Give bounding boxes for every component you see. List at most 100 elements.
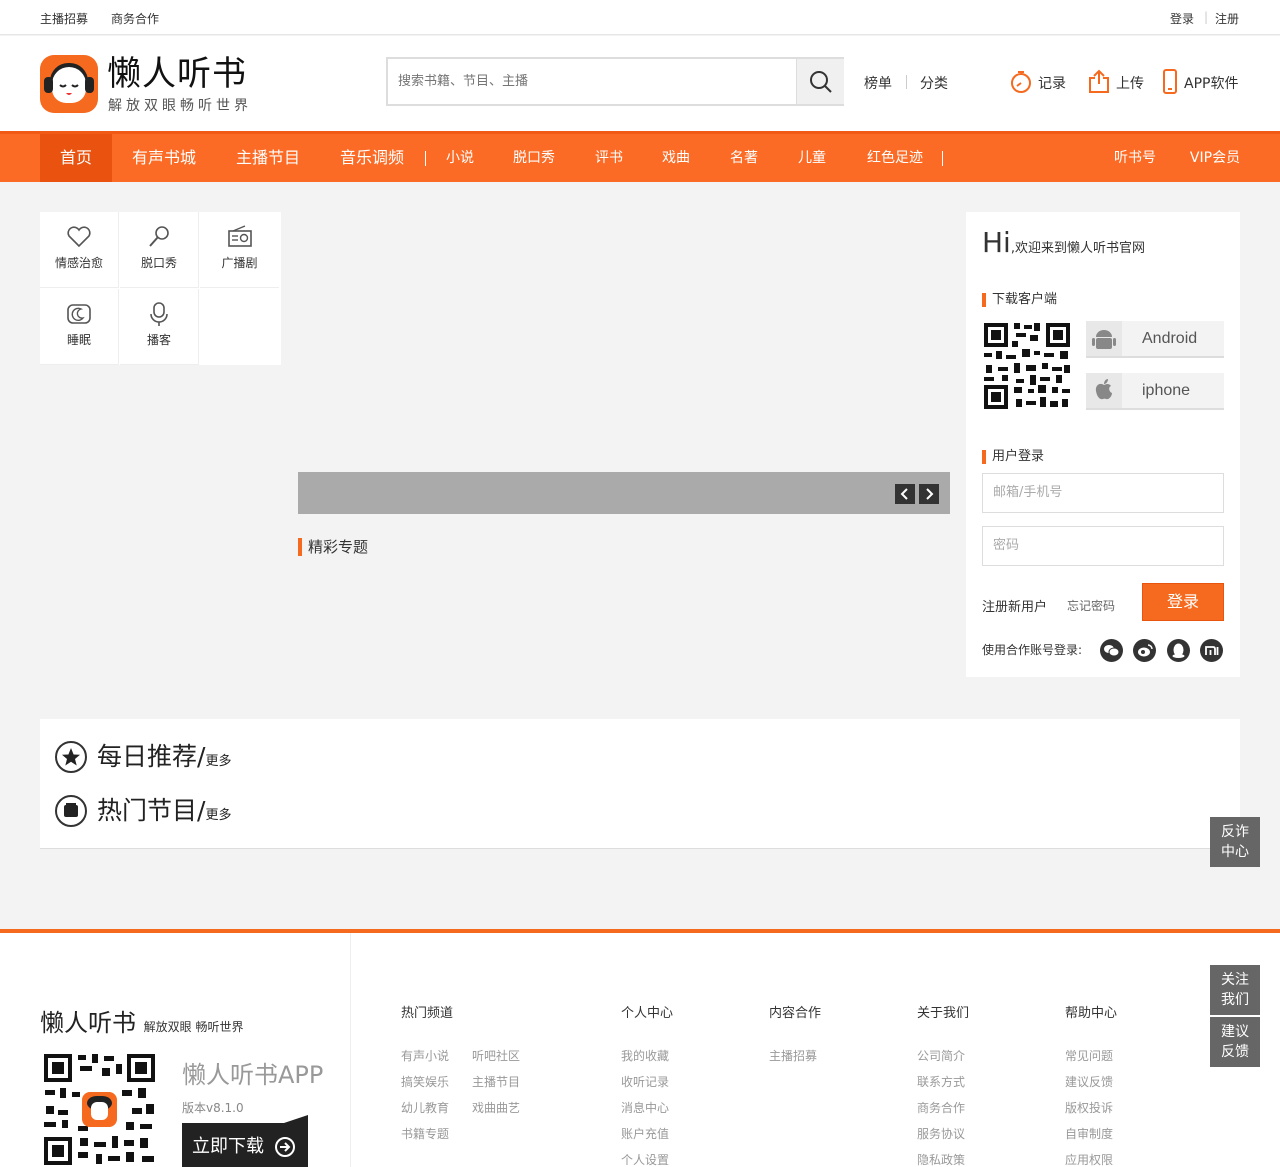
footer-link[interactable]: 幼儿教育 — [401, 1099, 449, 1116]
qq-login-button[interactable] — [1167, 639, 1190, 662]
carousel-prev-button[interactable] — [895, 484, 915, 504]
footer-link[interactable]: 我的收藏 — [621, 1047, 669, 1064]
footer-link[interactable]: 常见问题 — [1065, 1047, 1113, 1064]
password-field[interactable]: 密码 — [982, 526, 1224, 566]
android-download-button[interactable]: Android — [1086, 321, 1224, 358]
footer-slogan: 解放双眼 畅听世界 — [143, 1020, 244, 1034]
topbar-link-business[interactable]: 商务合作 — [111, 10, 159, 27]
xiaomi-login-button[interactable] — [1200, 639, 1223, 662]
footer-link[interactable]: 有声小说 — [401, 1047, 449, 1064]
footer-link[interactable]: 商务合作 — [917, 1099, 965, 1116]
wechat-login-button[interactable] — [1100, 639, 1123, 662]
nav-item-red-footprints[interactable]: 红色足迹 — [860, 134, 930, 182]
qr-code-icon — [982, 321, 1072, 411]
daily-more-link[interactable]: 更多 — [205, 754, 231, 769]
chevron-left-icon — [900, 488, 908, 500]
weibo-login-button[interactable] — [1133, 639, 1156, 662]
footer-link[interactable]: 应用权限 — [1065, 1151, 1113, 1167]
moon-icon — [67, 304, 91, 324]
topbar-login-link[interactable]: 登录 — [1170, 10, 1194, 27]
register-link[interactable]: 注册新用户 — [982, 596, 1047, 615]
footer-link[interactable]: 收听记录 — [621, 1073, 669, 1090]
history-link[interactable]: 记录 — [1038, 73, 1066, 93]
category-sleep[interactable]: 睡眠 — [40, 289, 119, 365]
footer-link[interactable]: 版权投诉 — [1065, 1099, 1113, 1116]
main-nav: 首页 有声书城 主播节目 音乐调频 小说 脱口秀 评书 戏曲 名著 儿童 红色足… — [0, 131, 1280, 182]
feedback-line1: 建议 — [1221, 1024, 1249, 1040]
category-radio-drama[interactable]: 广播剧 — [200, 212, 279, 288]
chevron-right-icon — [926, 488, 934, 500]
nav-item-anchor-programs[interactable]: 主播节目 — [228, 134, 308, 182]
forgot-password-link[interactable]: 忘记密码 — [1067, 597, 1115, 614]
topbar-register-link[interactable]: 注册 — [1215, 10, 1239, 27]
footer-brand-name: 懒人听书 — [40, 1009, 136, 1037]
nav-item-home[interactable]: 首页 — [40, 134, 112, 182]
footer-app-version: 版本v8.1.0 — [182, 1101, 244, 1115]
nav-divider — [425, 151, 426, 166]
upload-link[interactable]: 上传 — [1116, 73, 1144, 93]
footer-link[interactable]: 主播招募 — [769, 1047, 817, 1064]
footer-link[interactable]: 账户充值 — [621, 1125, 669, 1142]
arrow-circle-right-icon — [275, 1137, 295, 1157]
nav-item-children[interactable]: 儿童 — [792, 134, 832, 182]
nav-item-opera[interactable]: 戏曲 — [656, 134, 696, 182]
iphone-download-button[interactable]: iphone — [1086, 373, 1224, 410]
footer-link[interactable]: 建议反馈 — [1065, 1073, 1113, 1090]
account-field[interactable]: 邮箱/手机号 — [982, 473, 1224, 513]
category-talkshow[interactable]: 脱口秀 — [120, 212, 199, 288]
logo-title[interactable]: 懒人听书 — [107, 54, 247, 94]
category-podcast[interactable]: 播客 — [120, 289, 199, 365]
footer-link[interactable]: 听吧社区 — [472, 1047, 520, 1064]
nav-item-audiobook-store[interactable]: 有声书城 — [124, 134, 204, 182]
welcome-text: ,欢迎来到懒人听书官网 — [1010, 241, 1145, 256]
nav-item-talkshow[interactable]: 脱口秀 — [506, 134, 562, 182]
category-link[interactable]: 分类 — [920, 73, 948, 93]
app-qr-code-icon — [42, 1052, 157, 1167]
recommend-section: 每日推荐/更多 热门节目/更多 — [40, 719, 1240, 849]
radio-icon — [227, 225, 252, 247]
xiaomi-icon — [1205, 646, 1219, 655]
login-button[interactable]: 登录 — [1142, 583, 1224, 621]
topbar-divider: | — [1204, 10, 1209, 24]
app-link[interactable]: APP软件 — [1184, 73, 1238, 93]
footer-link[interactable]: 戏曲曲艺 — [472, 1099, 520, 1116]
search-button[interactable] — [796, 59, 844, 104]
nav-item-vip[interactable]: VIP会员 — [1184, 134, 1246, 182]
category-label: 睡眠 — [66, 333, 91, 347]
nav-item-classics[interactable]: 名著 — [724, 134, 764, 182]
footer-link[interactable]: 隐私政策 — [917, 1151, 965, 1167]
search-input[interactable] — [388, 59, 794, 104]
nav-item-pingshu[interactable]: 评书 — [589, 134, 629, 182]
footer-link[interactable]: 书籍专题 — [401, 1125, 449, 1142]
footer-link[interactable]: 自审制度 — [1065, 1125, 1113, 1142]
nav-item-novel[interactable]: 小说 — [440, 134, 480, 182]
follow-line2: 我们 — [1221, 992, 1249, 1008]
footer-col-title-content-coop: 内容合作 — [769, 1006, 822, 1021]
heart-icon — [67, 226, 91, 248]
daily-recommend-title[interactable]: 每日推荐/更多 — [97, 741, 231, 778]
follow-us-button[interactable]: 关注 我们 — [1210, 965, 1260, 1015]
user-panel: Hi,欢迎来到懒人听书官网 下载客户端 Android iphone 用户登录 … — [966, 212, 1240, 677]
footer-link[interactable]: 公司简介 — [917, 1047, 965, 1064]
logo-icon[interactable] — [40, 55, 98, 113]
nav-divider — [942, 151, 943, 166]
nav-item-music-fm[interactable]: 音乐调频 — [332, 134, 412, 182]
footer-link[interactable]: 个人设置 — [621, 1151, 669, 1167]
rank-link[interactable]: 榜单 — [864, 73, 892, 93]
footer-link[interactable]: 联系方式 — [917, 1073, 965, 1090]
hot-programs-title[interactable]: 热门节目/更多 — [97, 795, 231, 832]
footer-link[interactable]: 主播节目 — [472, 1073, 520, 1090]
anti-fraud-center-button[interactable]: 反诈 中心 — [1210, 817, 1260, 867]
footer-link[interactable]: 搞笑娱乐 — [401, 1073, 449, 1090]
topbar-link-anchor-recruit[interactable]: 主播招募 — [40, 10, 88, 27]
nav-item-book-id[interactable]: 听书号 — [1108, 134, 1162, 182]
category-emotion[interactable]: 情感治愈 — [40, 212, 119, 288]
footer-link[interactable]: 消息中心 — [621, 1099, 669, 1116]
feedback-button[interactable]: 建议 反馈 — [1210, 1017, 1260, 1067]
carousel-next-button[interactable] — [919, 484, 939, 504]
category-label: 播客 — [146, 333, 171, 347]
footer-download-button[interactable]: 立即下载 — [182, 1115, 308, 1167]
footer-link[interactable]: 服务协议 — [917, 1125, 965, 1142]
hot-more-link[interactable]: 更多 — [205, 808, 231, 823]
footer-app-name: 懒人听书APP — [182, 1061, 324, 1089]
